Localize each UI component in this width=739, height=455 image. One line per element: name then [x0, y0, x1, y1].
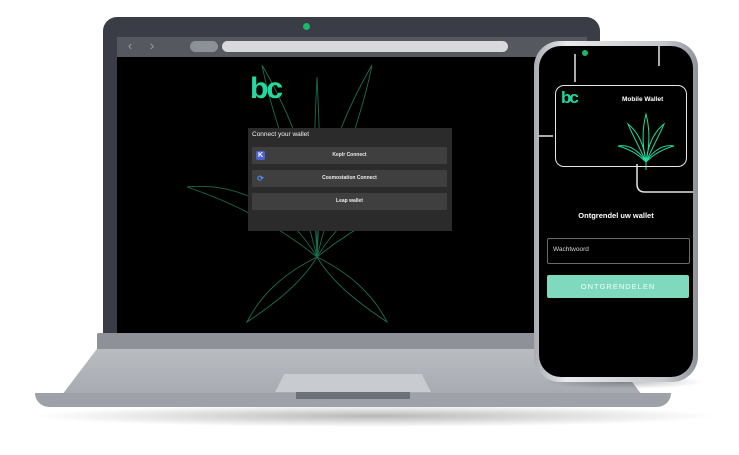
- keplr-icon: K: [256, 151, 265, 160]
- laptop-base-slot: [296, 392, 410, 399]
- unlock-button[interactable]: ONTGRENDELEN: [547, 275, 689, 298]
- bc-logo: bc: [250, 72, 283, 105]
- laptop-hinge: [97, 333, 609, 349]
- unlock-title: Ontgrendel uw wallet: [578, 211, 654, 220]
- address-bar[interactable]: [222, 41, 508, 52]
- phone-camera: [582, 50, 588, 56]
- trackpad: [275, 374, 431, 392]
- modal-title: Connect your wallet: [252, 131, 310, 138]
- button-label: Leap wallet: [336, 198, 363, 204]
- bc-logo: bc: [561, 88, 579, 107]
- cosmostation-icon: ⟳: [257, 174, 264, 183]
- button-label: Cosmostation Connect: [322, 175, 377, 181]
- keplr-connect-button[interactable]: K Keplr Connect: [252, 147, 447, 164]
- chevron-left-icon[interactable]: ‹: [123, 39, 137, 53]
- chevron-right-icon[interactable]: ›: [145, 39, 159, 53]
- cosmostation-connect-button[interactable]: ⟳ Cosmostation Connect: [252, 170, 447, 187]
- leap-wallet-button[interactable]: Leap wallet: [252, 193, 447, 210]
- button-label: Keplr Connect: [332, 152, 367, 158]
- password-placeholder: Wachtwoord: [553, 246, 589, 253]
- browser-tab[interactable]: [190, 41, 218, 52]
- laptop-camera: [303, 23, 310, 30]
- card-label: Mobile Wallet: [622, 96, 664, 103]
- laptop-shadow: [30, 405, 720, 427]
